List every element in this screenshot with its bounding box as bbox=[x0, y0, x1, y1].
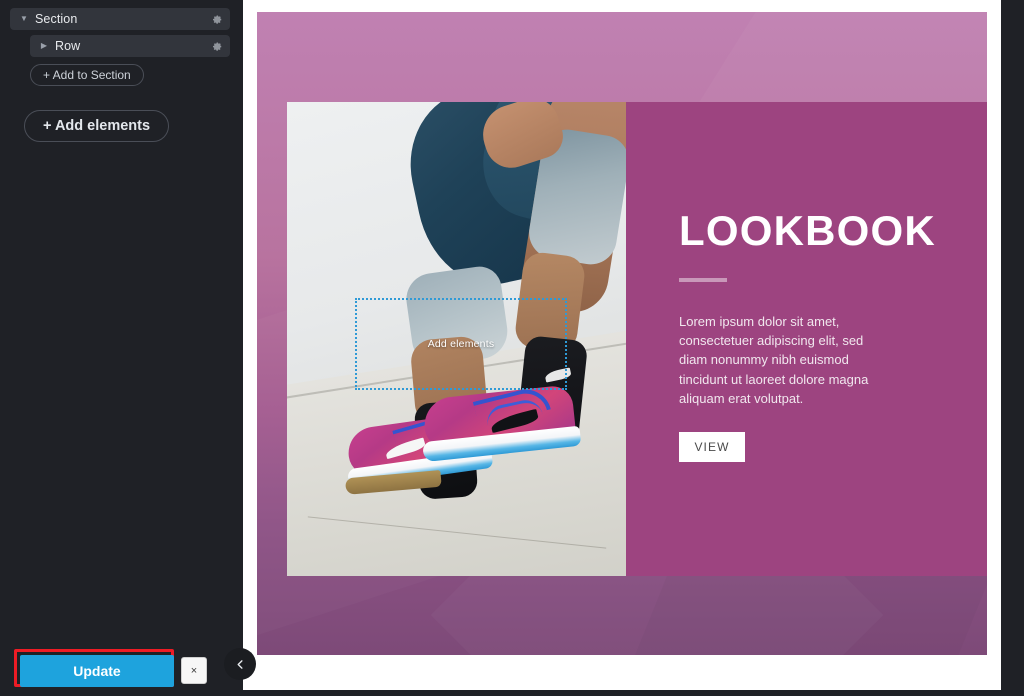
canvas-area: Add elements LOOKBOOK Lorem ipsum dolor … bbox=[240, 0, 1024, 696]
view-button[interactable]: VIEW bbox=[679, 432, 745, 463]
page-canvas: Add elements LOOKBOOK Lorem ipsum dolor … bbox=[243, 0, 1001, 690]
tree-node-row[interactable]: ▶ Row bbox=[30, 35, 230, 57]
tree-node-section-label: Section bbox=[35, 12, 78, 26]
title-divider bbox=[679, 278, 727, 282]
update-button[interactable]: Update bbox=[20, 655, 174, 687]
page-builder-app: ▼ Section ▶ Row + Add to Section + Add e… bbox=[0, 0, 1024, 696]
chevron-left-icon bbox=[237, 659, 243, 669]
layer-tree: ▼ Section ▶ Row + Add to Section + Add e… bbox=[0, 0, 240, 142]
update-button-highlight: Update bbox=[14, 649, 174, 687]
add-elements-dropzone[interactable]: Add elements bbox=[355, 298, 567, 390]
gear-icon[interactable] bbox=[210, 39, 224, 53]
add-elements-dropzone-label: Add elements bbox=[427, 338, 495, 350]
caret-right-icon[interactable]: ▶ bbox=[38, 42, 50, 50]
hero-row[interactable]: Add elements LOOKBOOK Lorem ipsum dolor … bbox=[287, 102, 987, 576]
add-elements-button[interactable]: + Add elements bbox=[24, 110, 170, 142]
left-sidebar: ▼ Section ▶ Row + Add to Section + Add e… bbox=[0, 0, 240, 696]
canvas-bottom-edge bbox=[480, 690, 1024, 696]
hero-title: LOOKBOOK bbox=[679, 207, 936, 254]
collapse-panel-button[interactable] bbox=[224, 648, 256, 680]
close-button[interactable]: × bbox=[181, 657, 207, 684]
hero-text-column[interactable]: LOOKBOOK Lorem ipsum dolor sit amet, con… bbox=[626, 102, 987, 576]
hero-image-column[interactable]: Add elements bbox=[287, 102, 626, 576]
hero-text-block: LOOKBOOK Lorem ipsum dolor sit amet, con… bbox=[679, 207, 966, 463]
tree-node-row-label: Row bbox=[55, 39, 81, 53]
add-to-section-button[interactable]: + Add to Section bbox=[30, 64, 144, 86]
hero-section[interactable]: Add elements LOOKBOOK Lorem ipsum dolor … bbox=[257, 12, 987, 655]
gear-icon[interactable] bbox=[210, 12, 224, 26]
caret-down-icon[interactable]: ▼ bbox=[18, 15, 30, 23]
tree-node-section[interactable]: ▼ Section bbox=[10, 8, 230, 30]
hero-body-text: Lorem ipsum dolor sit amet, consectetuer… bbox=[679, 314, 869, 406]
